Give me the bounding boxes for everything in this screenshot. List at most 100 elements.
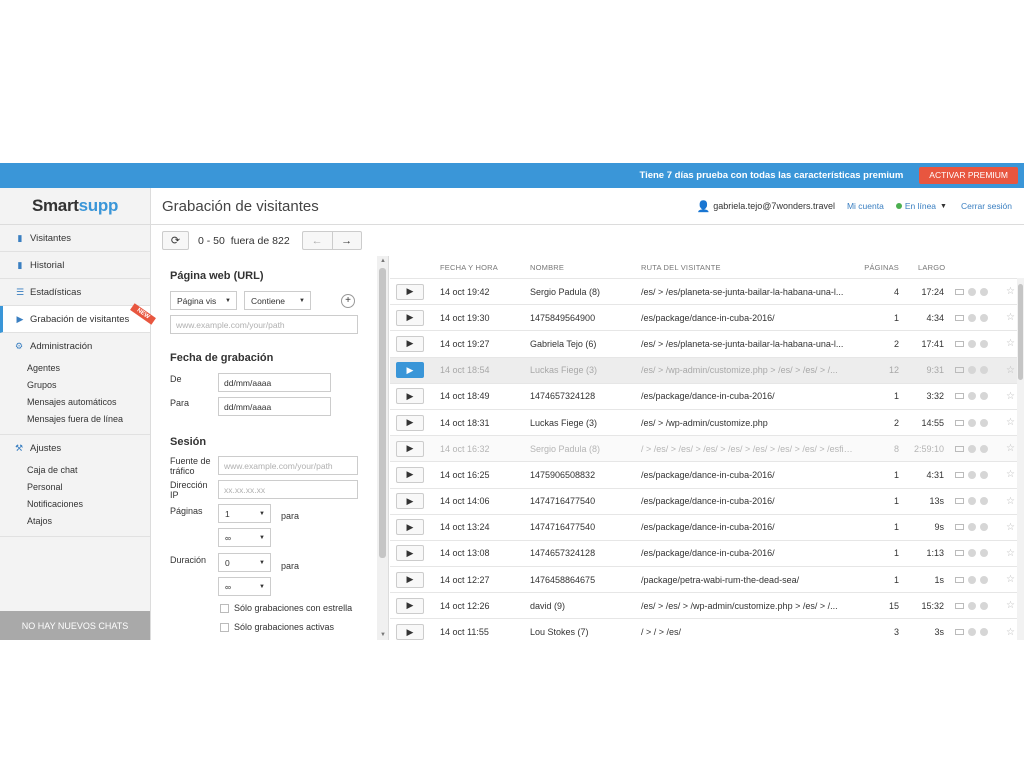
play-recording-button[interactable]: ▶ xyxy=(396,362,424,379)
sidebar-subitem-grupos[interactable]: Grupos xyxy=(0,377,150,394)
col-duration[interactable]: LARGO xyxy=(918,263,945,272)
star-icon[interactable]: ☆ xyxy=(1006,574,1015,585)
visitor-info-icons xyxy=(955,470,995,479)
sidebar-subitem-caja-chat[interactable]: Caja de chat xyxy=(0,462,150,479)
star-icon[interactable]: ☆ xyxy=(1006,338,1015,349)
star-icon[interactable]: ☆ xyxy=(1006,600,1015,611)
chevron-down-icon: ▼ xyxy=(259,534,265,541)
activate-premium-button[interactable]: ACTIVAR PREMIUM xyxy=(919,167,1018,184)
contains-select[interactable]: Contiene ▼ xyxy=(244,291,311,310)
page-visited-select[interactable]: Página vis ▼ xyxy=(170,291,237,310)
table-row[interactable]: ▶ 14 oct 18:31 Luckas Fiege (3) /es/ > /wp-… xyxy=(390,408,1024,435)
refresh-button[interactable]: ⟳ xyxy=(162,231,189,250)
sidebar-item-visitantes[interactable]: ▮ Visitantes xyxy=(0,225,150,252)
duration-to-select[interactable]: ∞ ▼ xyxy=(218,577,271,596)
promo-bar: Tiene 7 días prueba con todas las caract… xyxy=(0,163,1024,188)
filter-scrollbar[interactable]: ▲ ▼ xyxy=(377,256,388,640)
play-recording-button[interactable]: ▶ xyxy=(396,545,424,562)
cell-duration: 17:24 xyxy=(921,286,944,297)
cell-path: /es/ > /es/planeta-se-junta-bailar-la-ha… xyxy=(641,286,844,297)
star-icon[interactable]: ☆ xyxy=(1006,391,1015,402)
play-recording-button[interactable]: ▶ xyxy=(396,624,424,640)
table-row[interactable]: ▶ 14 oct 12:27 1476458864675/package/petra… xyxy=(390,566,1024,592)
col-pages[interactable]: PÁGINAS xyxy=(860,263,899,272)
star-icon[interactable]: ☆ xyxy=(1006,417,1015,428)
table-row[interactable]: ▶ 14 oct 16:32 Sergio Padula (8) / > /es/ >… xyxy=(390,435,1024,462)
star-icon[interactable]: ☆ xyxy=(1006,627,1015,638)
scrollbar-thumb[interactable] xyxy=(1018,284,1023,380)
table-row[interactable]: ▶ 14 oct 13:08 1474657324128/es/package/da… xyxy=(390,539,1024,566)
pages-from-select[interactable]: 1 ▼ xyxy=(218,504,271,523)
chevron-down-icon: ▼ xyxy=(225,297,231,304)
play-recording-button[interactable]: ▶ xyxy=(396,597,424,614)
scrollbar-thumb[interactable] xyxy=(379,268,386,558)
starred-only-checkbox[interactable]: Sólo grabaciones con estrella xyxy=(220,603,352,613)
star-icon[interactable]: ☆ xyxy=(1006,522,1015,533)
sidebar-item-estadisticas[interactable]: ☰ Estadísticas xyxy=(0,279,150,306)
prev-page-button[interactable]: ← xyxy=(301,231,332,250)
play-recording-button[interactable]: ▶ xyxy=(396,414,424,431)
select-value: ∞ xyxy=(225,532,232,543)
play-recording-button[interactable]: ▶ xyxy=(396,388,424,405)
star-icon[interactable]: ☆ xyxy=(1006,548,1015,559)
play-recording-button[interactable]: ▶ xyxy=(396,335,424,352)
play-recording-button[interactable]: ▶ xyxy=(396,519,424,536)
date-from-input[interactable]: dd/mm/aaaa xyxy=(218,373,331,392)
sidebar-subitem-personal[interactable]: Personal xyxy=(0,479,150,496)
star-icon[interactable]: ☆ xyxy=(1006,365,1015,376)
play-recording-button[interactable]: ▶ xyxy=(396,571,424,588)
sidebar-subitem-agentes[interactable]: Agentes xyxy=(0,360,150,377)
col-date[interactable]: FECHA Y HORA xyxy=(440,263,528,272)
table-row[interactable]: ▶ 14 oct 16:25 1475906508832/es/package/da… xyxy=(390,461,1024,487)
star-icon[interactable]: ☆ xyxy=(1006,443,1015,454)
play-recording-button[interactable]: ▶ xyxy=(396,283,424,300)
country-flag-icon xyxy=(955,550,964,557)
table-row[interactable]: ▶ 14 oct 19:27 Gabriela Tejo (6) /es/ > /es… xyxy=(390,330,1024,356)
sidebar-item-ajustes[interactable]: ⚒ Ajustes xyxy=(0,435,150,462)
ip-input[interactable]: xx.xx.xx.xx xyxy=(218,480,358,499)
table-row[interactable]: ▶ 14 oct 18:54 Luckas Fiege (3) /es/ > /wp-… xyxy=(390,356,1024,383)
table-scrollbar[interactable] xyxy=(1017,278,1024,640)
date-to-input[interactable]: dd/mm/aaaa xyxy=(218,397,331,416)
my-account-link[interactable]: Mi cuenta xyxy=(847,201,884,211)
table-row[interactable]: ▶ 14 oct 13:24 1474716477540/es/package/da… xyxy=(390,513,1024,540)
table-row[interactable]: ▶ 14 oct 19:30 1475849564900/es/package/da… xyxy=(390,304,1024,330)
sidebar-subitem-atajos[interactable]: Atajos xyxy=(0,513,150,530)
col-name[interactable]: NOMBRE xyxy=(530,263,638,272)
play-recording-button[interactable]: ▶ xyxy=(396,440,424,457)
star-icon[interactable]: ☆ xyxy=(1006,469,1015,480)
status-dropdown[interactable]: En línea ▼ xyxy=(895,201,947,211)
logo[interactable]: Smart supp xyxy=(0,188,150,225)
table-row[interactable]: ▶ 14 oct 14:06 1474716477540/es/package/da… xyxy=(390,487,1024,514)
col-path[interactable]: RUTA DEL VISITANTE xyxy=(641,263,856,272)
user-menu[interactable]: 👤 gabriela.tejo@7wonders.travel xyxy=(697,200,835,213)
sidebar-item-grabacion[interactable]: ▶ Grabación de visitantes NEW xyxy=(0,303,156,333)
play-recording-button[interactable]: ▶ xyxy=(396,309,424,326)
table-row[interactable]: ▶ 14 oct 12:26 david (9) /es/ > /es/ > /wp-… xyxy=(390,592,1024,618)
play-recording-button[interactable]: ▶ xyxy=(396,466,424,483)
sidebar-subitem-mensajes-fuera-linea[interactable]: Mensajes fuera de línea xyxy=(0,411,150,428)
active-only-checkbox[interactable]: Sólo grabaciones activas xyxy=(220,622,334,632)
table-row[interactable]: ▶ 14 oct 18:49 1474657324128/es/package/da… xyxy=(390,382,1024,409)
duration-from-select[interactable]: 0 ▼ xyxy=(218,553,271,572)
next-page-button[interactable]: → xyxy=(331,231,362,250)
table-row[interactable]: ▶ 14 oct 11:55 Lou Stokes (7) / > / > /es/3… xyxy=(390,618,1024,640)
cell-name: 1474657324128 xyxy=(530,548,596,559)
add-filter-icon[interactable]: + xyxy=(341,294,355,308)
sidebar-subitem-mensajes-automaticos[interactable]: Mensajes automáticos xyxy=(0,394,150,411)
sidebar-item-administracion[interactable]: ⚙ Administración xyxy=(0,333,150,360)
url-input[interactable]: www.example.com/your/path xyxy=(170,315,358,334)
play-recording-button[interactable]: ▶ xyxy=(396,493,424,510)
sidebar-subitem-notificaciones[interactable]: Notificaciones xyxy=(0,496,150,513)
select-value: 0 xyxy=(225,557,230,568)
table-row[interactable]: ▶ 14 oct 19:42 Sergio Padula (8) /es/ > /es… xyxy=(390,278,1024,304)
logout-link[interactable]: Cerrar sesión xyxy=(961,201,1012,211)
star-icon[interactable]: ☆ xyxy=(1006,312,1015,323)
pages-to-select[interactable]: ∞ ▼ xyxy=(218,528,271,547)
traffic-source-input[interactable]: www.example.com/your/path xyxy=(218,456,358,475)
star-icon[interactable]: ☆ xyxy=(1006,286,1015,297)
sidebar-item-historial[interactable]: ▮ Historial xyxy=(0,252,150,279)
cell-name: Luckas Fiege (3) xyxy=(530,417,598,428)
visitor-info-icons xyxy=(955,601,995,610)
star-icon[interactable]: ☆ xyxy=(1006,496,1015,507)
